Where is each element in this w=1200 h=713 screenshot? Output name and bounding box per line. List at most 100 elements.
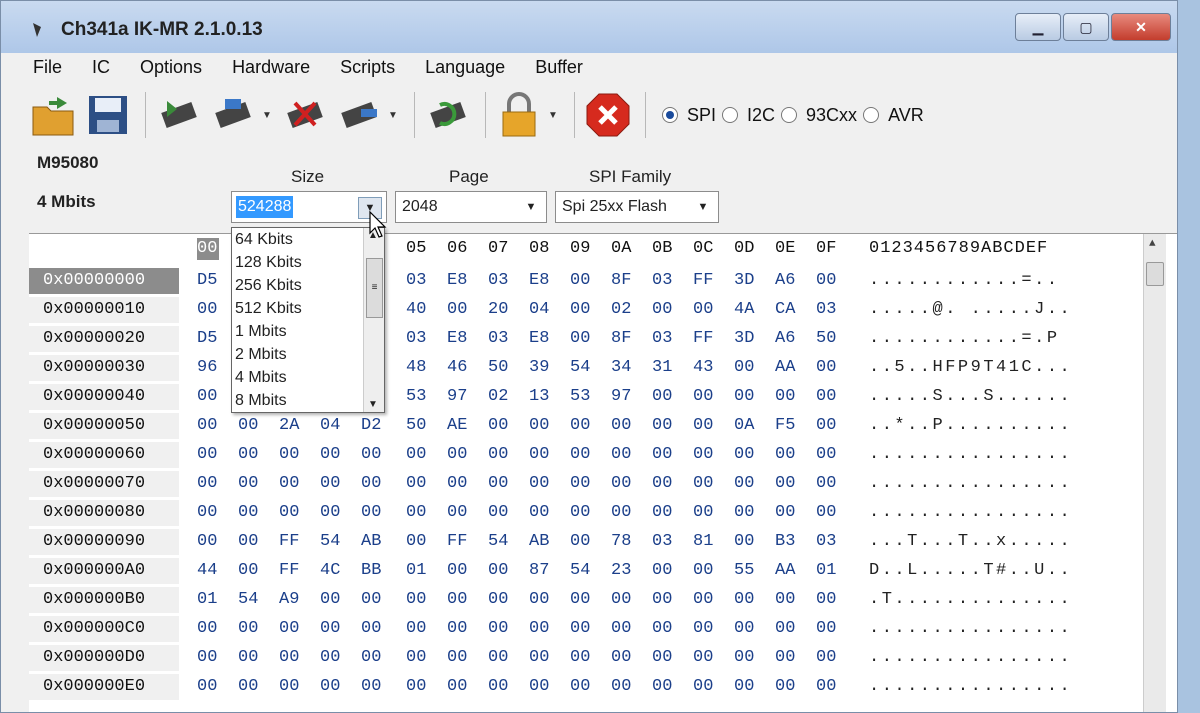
hex-cell[interactable]: FF <box>447 532 467 551</box>
hex-cell[interactable]: 00 <box>611 503 631 522</box>
hex-cell[interactable]: 00 <box>775 387 795 406</box>
hex-cell[interactable]: 00 <box>238 619 258 638</box>
hex-cell[interactable]: 03 <box>488 329 508 348</box>
radio-spi[interactable] <box>662 107 678 123</box>
hex-cell[interactable]: 00 <box>734 677 754 696</box>
hex-cell[interactable]: 00 <box>693 590 713 609</box>
hex-cell[interactable]: 00 <box>197 648 217 667</box>
hex-row[interactable]: 0x00000090 00 00 FF 54 AB 00 FF 54 AB 00 78 03 81 00 B3… <box>29 529 1177 558</box>
hex-cell[interactable]: 02 <box>611 300 631 319</box>
hex-cell[interactable]: FF <box>279 561 299 580</box>
hex-cell[interactable]: 96 <box>197 358 217 377</box>
hex-cell[interactable]: 00 <box>816 590 836 609</box>
hex-cell[interactable]: 00 <box>693 619 713 638</box>
radio-93cxx-label[interactable]: 93Cxx <box>806 105 857 126</box>
verify-dropdown-arrow[interactable]: ▼ <box>388 110 400 121</box>
hex-cell[interactable]: 00 <box>734 648 754 667</box>
hex-cell[interactable]: 01 <box>406 561 426 580</box>
hex-cell[interactable]: 03 <box>406 329 426 348</box>
hex-cell[interactable]: 3D <box>734 271 754 290</box>
hex-cell[interactable]: 31 <box>652 358 672 377</box>
hex-cell[interactable]: 00 <box>652 648 672 667</box>
hex-cell[interactable]: 00 <box>611 445 631 464</box>
hex-cell[interactable]: AB <box>529 532 549 551</box>
hex-cell[interactable]: 00 <box>361 503 381 522</box>
hex-cell[interactable]: 00 <box>652 387 672 406</box>
hex-cell[interactable]: AA <box>775 358 795 377</box>
hex-cell[interactable]: 00 <box>197 619 217 638</box>
hex-cell[interactable]: 43 <box>693 358 713 377</box>
radio-i2c[interactable] <box>722 107 739 123</box>
hex-cell[interactable]: 00 <box>570 416 590 435</box>
hex-cell[interactable]: 4A <box>734 300 754 319</box>
dropdown-scrollbar[interactable]: ▲ ≡ ▼ <box>363 228 384 412</box>
hex-cell[interactable]: 81 <box>693 532 713 551</box>
menu-buffer[interactable]: Buffer <box>531 57 587 83</box>
hex-cell[interactable]: 00 <box>529 474 549 493</box>
hex-cell[interactable]: 00 <box>611 474 631 493</box>
radio-93cxx[interactable] <box>781 107 798 123</box>
hex-row[interactable]: 0x000000A0 44 00 FF 4C BB 01 00 00 87 54 23 00 00 55 AA… <box>29 558 1177 587</box>
hex-cell[interactable]: E8 <box>529 329 549 348</box>
write-button[interactable] <box>208 90 258 140</box>
hex-cell[interactable]: 00 <box>447 677 467 696</box>
hex-cell[interactable]: 00 <box>406 445 426 464</box>
hex-cell[interactable]: 00 <box>775 590 795 609</box>
hex-row[interactable]: 0x00000060 00 00 00 00 00 00 00 00 00 00 00 00 00 00 00… <box>29 442 1177 471</box>
hex-row[interactable]: 0x00000030 96 48 46 50 39 54 34 31 43 00 AA 00 ..5..H… <box>29 355 1177 384</box>
hex-cell[interactable]: A6 <box>775 271 795 290</box>
hex-cell[interactable]: FF <box>693 271 713 290</box>
hex-cell[interactable]: 00 <box>361 648 381 667</box>
minimize-button[interactable]: ▁ <box>1015 13 1061 41</box>
hex-cell[interactable]: 00 <box>816 503 836 522</box>
size-option[interactable]: 128 Kbits <box>235 251 302 274</box>
hex-cell[interactable]: 00 <box>529 503 549 522</box>
hex-cell[interactable]: 00 <box>447 590 467 609</box>
hex-cell[interactable]: 00 <box>406 532 426 551</box>
chevron-down-icon[interactable]: ▼ <box>520 197 542 217</box>
hex-cell[interactable]: 00 <box>611 619 631 638</box>
hex-cell[interactable]: 00 <box>693 387 713 406</box>
write-dropdown-arrow[interactable]: ▼ <box>262 110 274 121</box>
hex-cell[interactable]: 00 <box>529 677 549 696</box>
hex-cell[interactable]: 00 <box>611 648 631 667</box>
hex-cell[interactable]: 2A <box>279 416 299 435</box>
hex-cell[interactable]: 03 <box>652 532 672 551</box>
size-option[interactable]: 4 Mbits <box>235 366 287 389</box>
hex-cell[interactable]: 00 <box>734 358 754 377</box>
hex-cell[interactable]: 46 <box>447 358 467 377</box>
hex-cell[interactable]: 00 <box>693 300 713 319</box>
read-button[interactable] <box>154 90 204 140</box>
hex-cell[interactable]: 00 <box>816 619 836 638</box>
hex-row[interactable]: 0x00000070 00 00 00 00 00 00 00 00 00 00 00 00 00 00 00… <box>29 471 1177 500</box>
hex-cell[interactable]: 00 <box>816 271 836 290</box>
hex-cell[interactable]: 00 <box>570 677 590 696</box>
hex-cell[interactable]: 00 <box>652 474 672 493</box>
hex-cell[interactable]: 00 <box>406 677 426 696</box>
hex-cell[interactable]: 03 <box>652 329 672 348</box>
hex-cell[interactable]: 87 <box>529 561 549 580</box>
hex-cell[interactable]: E8 <box>447 329 467 348</box>
hex-cell[interactable]: 00 <box>279 445 299 464</box>
hex-cell[interactable]: 00 <box>238 677 258 696</box>
hex-cell[interactable]: 00 <box>570 532 590 551</box>
hex-cell[interactable]: 00 <box>734 387 754 406</box>
hex-cell[interactable]: 55 <box>734 561 754 580</box>
open-button[interactable] <box>29 90 79 140</box>
size-option[interactable]: 64 Kbits <box>235 228 293 251</box>
hex-cell[interactable]: 00 <box>361 445 381 464</box>
hex-cell[interactable]: 00 <box>447 300 467 319</box>
hex-cell[interactable]: 00 <box>238 503 258 522</box>
hex-cell[interactable]: 78 <box>611 532 631 551</box>
hex-cell[interactable]: E8 <box>447 271 467 290</box>
hex-cell[interactable]: E8 <box>529 271 549 290</box>
hex-cell[interactable]: 00 <box>570 503 590 522</box>
hex-cell[interactable]: 00 <box>652 416 672 435</box>
close-button[interactable]: ✕ <box>1111 13 1171 41</box>
hex-cell[interactable]: 00 <box>488 503 508 522</box>
hex-row[interactable]: 0x00000050 00 00 2A 04 D2 50 AE 00 00 00 00 00 00 0A F5… <box>29 413 1177 442</box>
hex-cell[interactable]: 00 <box>197 503 217 522</box>
hex-cell[interactable]: F5 <box>775 416 795 435</box>
hex-cell[interactable]: 13 <box>529 387 549 406</box>
scroll-thumb[interactable] <box>1146 262 1164 286</box>
